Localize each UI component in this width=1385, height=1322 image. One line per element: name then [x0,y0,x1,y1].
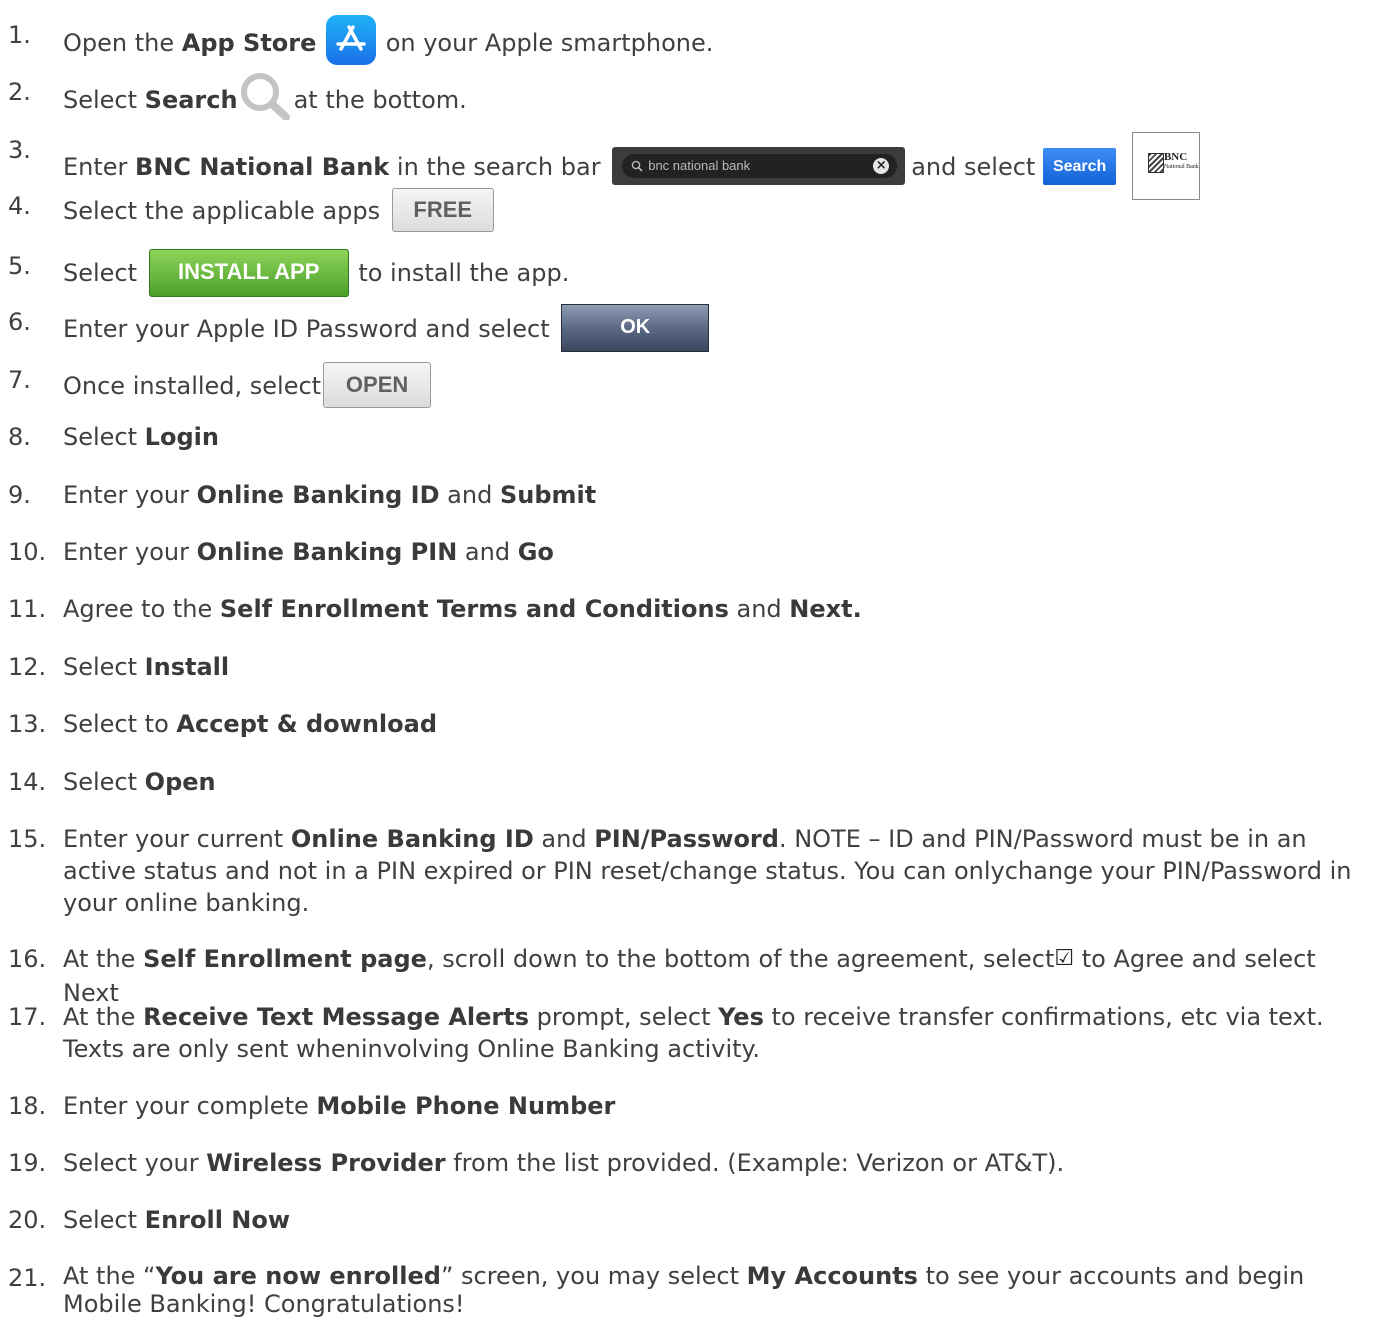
checkbox-icon: ☑ [1054,946,1075,971]
free-button[interactable]: FREE [391,188,494,232]
search-icon [631,160,643,172]
install-app-button[interactable]: INSTALL APP [148,249,349,297]
clear-icon[interactable]: × [873,158,890,174]
ok-button[interactable]: OK [561,304,710,352]
search-bar[interactable]: bnc national bank × [612,147,906,185]
search-input[interactable]: bnc national bank [648,158,750,174]
bnc-mark-icon [1147,153,1164,173]
app-store-icon [326,15,377,65]
search-button[interactable]: Search [1042,147,1117,185]
step-number: 1. [8,21,31,49]
magnifier-icon [238,70,294,121]
open-button[interactable]: OPEN [323,362,432,408]
